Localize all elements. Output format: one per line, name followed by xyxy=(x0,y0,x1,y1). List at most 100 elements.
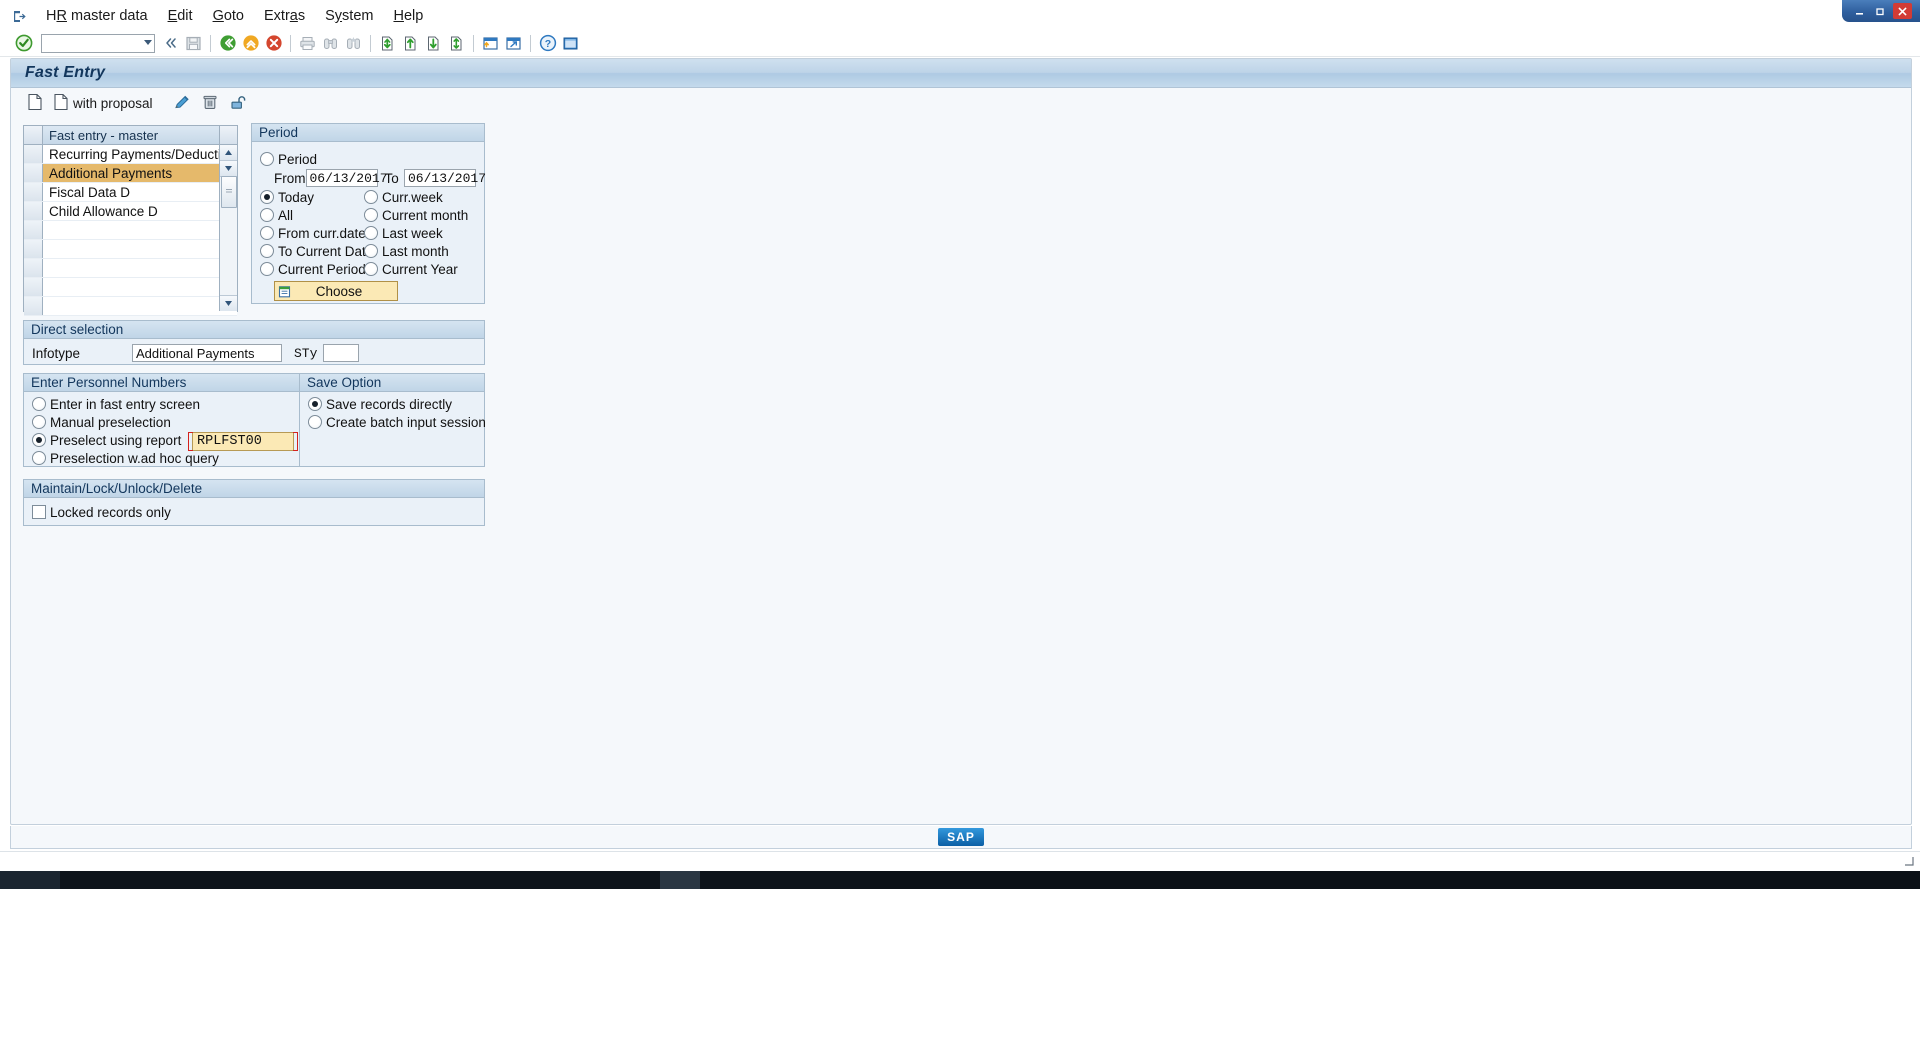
list-vertical-scrollbar[interactable] xyxy=(219,145,237,311)
radio-indicator[interactable] xyxy=(260,152,274,166)
radio-indicator[interactable] xyxy=(364,190,378,204)
cancel-red-x-icon[interactable] xyxy=(262,32,285,54)
next-page-icon[interactable] xyxy=(422,32,445,54)
list-item[interactable] xyxy=(24,297,237,316)
infotype-field[interactable]: Additional Payments xyxy=(132,344,282,362)
radio-last-month[interactable]: Last month xyxy=(364,242,474,260)
create-session-icon[interactable] xyxy=(479,32,502,54)
list-item-selector[interactable] xyxy=(24,240,43,258)
create-with-proposal-button[interactable]: with proposal xyxy=(49,91,157,115)
to-date-field[interactable]: 06/13/2017 xyxy=(404,169,486,187)
radio-from-curr-date[interactable]: From curr.date xyxy=(260,224,366,242)
customize-local-layout-icon[interactable] xyxy=(559,32,582,54)
scroll-thumb[interactable] xyxy=(221,176,237,208)
radio-current-year[interactable]: Current Year xyxy=(364,260,474,278)
radio-to-current-date[interactable]: To Current Date xyxy=(260,242,373,260)
scroll-page-down-arrow-icon[interactable] xyxy=(220,295,237,311)
list-item[interactable] xyxy=(24,259,237,278)
radio-indicator[interactable] xyxy=(364,262,378,276)
radio-save-records-directly[interactable]: Save records directly xyxy=(308,395,476,413)
command-input[interactable] xyxy=(42,34,139,52)
last-page-icon[interactable] xyxy=(445,32,468,54)
command-field[interactable] xyxy=(41,33,155,53)
radio-indicator[interactable] xyxy=(260,226,274,240)
radio-indicator[interactable] xyxy=(32,433,46,447)
report-name-field[interactable]: RPLFST00 xyxy=(188,432,298,451)
radio-indicator[interactable] xyxy=(260,244,274,258)
radio-indicator[interactable] xyxy=(308,397,322,411)
from-date-field[interactable]: 06/13/2017 xyxy=(305,169,388,187)
double-chevron-left-icon[interactable] xyxy=(159,32,182,54)
radio-indicator[interactable] xyxy=(308,415,322,429)
menu-help[interactable]: Help xyxy=(383,5,433,27)
menu-hr-master-data[interactable]: HR master data xyxy=(36,5,158,27)
list-corner-cell[interactable] xyxy=(24,126,43,144)
list-item[interactable]: Additional Payments xyxy=(24,164,237,183)
sty-field[interactable] xyxy=(323,344,360,362)
restore-icon[interactable] xyxy=(1872,4,1889,19)
radio-indicator[interactable] xyxy=(260,208,274,222)
close-icon[interactable] xyxy=(1892,3,1912,19)
find-binoculars-icon[interactable] xyxy=(319,32,342,54)
radio-indicator[interactable] xyxy=(364,226,378,240)
list-column-options-button[interactable] xyxy=(219,126,237,144)
taskbar-slot[interactable] xyxy=(700,871,871,889)
scroll-down-arrow-icon[interactable] xyxy=(220,161,237,177)
checkbox-locked-records-only[interactable]: Locked records only xyxy=(32,503,476,521)
list-item-selector[interactable] xyxy=(24,183,43,201)
list-item-selector[interactable] xyxy=(24,202,43,220)
chevron-down-icon[interactable] xyxy=(144,39,152,45)
menu-system[interactable]: System xyxy=(315,5,383,27)
previous-page-icon[interactable] xyxy=(399,32,422,54)
list-item-selector[interactable] xyxy=(24,297,43,315)
radio-last-week[interactable]: Last week xyxy=(364,224,474,242)
radio-all[interactable]: All xyxy=(260,206,364,224)
status-resize-grip-icon[interactable] xyxy=(1904,855,1914,869)
minimize-icon[interactable] xyxy=(1851,4,1868,19)
radio-indicator[interactable] xyxy=(260,262,274,276)
list-item[interactable]: Recurring Payments/Deductions xyxy=(24,145,237,164)
list-item-selector[interactable] xyxy=(24,259,43,277)
menu-goto[interactable]: Goto xyxy=(203,5,254,27)
radio-curr-week[interactable]: Curr.week xyxy=(364,188,474,206)
list-item[interactable] xyxy=(24,221,237,240)
menu-edit[interactable]: Edit xyxy=(158,5,203,27)
list-item-selector[interactable] xyxy=(24,164,43,182)
fast-entry-master-list[interactable]: Fast entry - master Recurring Payments/D… xyxy=(23,125,238,316)
green-check-enter-icon[interactable] xyxy=(12,32,35,54)
exit-yellow-arrow-icon[interactable] xyxy=(239,32,262,54)
radio-indicator[interactable] xyxy=(32,451,46,465)
list-item[interactable]: Fiscal Data D xyxy=(24,183,237,202)
sap-system-menu-icon[interactable] xyxy=(8,5,30,27)
list-item-selector[interactable] xyxy=(24,145,43,163)
radio-indicator[interactable] xyxy=(32,415,46,429)
radio-manual-preselection[interactable]: Manual preselection xyxy=(32,413,292,431)
radio-indicator[interactable] xyxy=(32,397,46,411)
radio-current-month[interactable]: Current month xyxy=(364,206,474,224)
create-button[interactable] xyxy=(23,91,47,115)
taskbar-slot[interactable] xyxy=(0,871,61,889)
list-item[interactable] xyxy=(24,240,237,259)
back-green-arrow-icon[interactable] xyxy=(216,32,239,54)
delete-button[interactable] xyxy=(197,91,223,115)
help-question-icon[interactable]: ? xyxy=(536,32,559,54)
choose-button[interactable]: Choose xyxy=(274,281,398,301)
radio-indicator[interactable] xyxy=(260,190,274,204)
radio-indicator[interactable] xyxy=(364,244,378,258)
radio-indicator[interactable] xyxy=(364,208,378,222)
list-item[interactable] xyxy=(24,278,237,297)
save-disk-icon[interactable] xyxy=(182,32,205,54)
list-item[interactable]: Child Allowance D xyxy=(24,202,237,221)
checkbox-indicator[interactable] xyxy=(32,505,46,519)
change-button[interactable] xyxy=(169,91,195,115)
radio-enter-in-fast-entry-screen[interactable]: Enter in fast entry screen xyxy=(32,395,292,413)
create-shortcut-icon[interactable] xyxy=(502,32,525,54)
radio-current-period[interactable]: Current Period xyxy=(260,260,366,278)
radio-create-batch-input-session[interactable]: Create batch input session xyxy=(308,413,486,431)
radio-period[interactable]: Period xyxy=(260,150,476,168)
taskbar-slot[interactable] xyxy=(60,871,661,889)
menu-extras[interactable]: Extras xyxy=(254,5,315,27)
list-column-header[interactable]: Fast entry - master xyxy=(43,126,219,144)
list-item-selector[interactable] xyxy=(24,221,43,239)
unlock-button[interactable] xyxy=(225,91,251,115)
